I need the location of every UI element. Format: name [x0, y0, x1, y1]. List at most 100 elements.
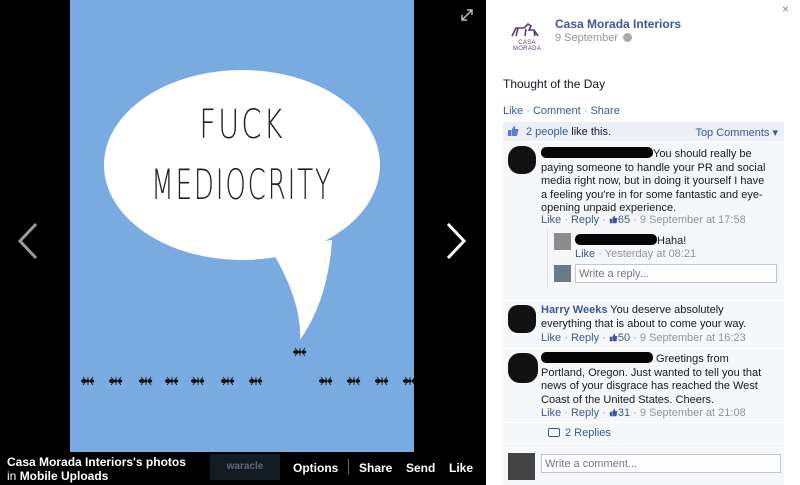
comment-text: Greetings from Portland, Oregon. Just wa… [541, 352, 771, 407]
reply-time[interactable]: Yesterday at 08:21 [605, 248, 696, 260]
comment-time[interactable]: 9 September at 16:23 [640, 332, 746, 344]
comment-like-link[interactable]: Like [541, 214, 561, 226]
likes-text: 2 people like this. [526, 126, 611, 138]
likes-number: 65 [617, 214, 631, 226]
likes-count-link[interactable]: 2 people [526, 126, 568, 138]
top-comments-dropdown[interactable]: Top Comments ▾ [695, 126, 778, 139]
avatar [554, 265, 571, 282]
page-logo[interactable]: CASA MORADA [504, 20, 550, 52]
comment-text: You should really be paying someone to h… [541, 147, 771, 216]
comment-reply-link[interactable]: Reply [571, 407, 599, 419]
reply-input[interactable] [575, 264, 777, 283]
redacted-name [541, 147, 653, 158]
separator-dot: · [526, 105, 530, 117]
watermark-logo: waracle [210, 454, 280, 480]
likes-number: 50 [617, 332, 631, 344]
comment-like-link[interactable]: Like [541, 407, 561, 419]
album-link[interactable]: Mobile Uploads [20, 469, 109, 483]
ant-icon [293, 347, 307, 357]
ant-icon [319, 376, 333, 386]
share-post-link[interactable]: Share [590, 105, 619, 117]
redacted-name [541, 352, 653, 363]
bubble-text-line1: FUCK [199, 102, 285, 148]
avatar[interactable] [508, 305, 536, 333]
thumbs-up-icon [609, 215, 618, 224]
comment-text: Harry Weeks You deserve absolutely every… [541, 304, 771, 331]
reply-body: Haha! [657, 235, 687, 247]
comment-reply-link[interactable]: Reply [571, 332, 599, 344]
caption-prefix: in [7, 469, 17, 483]
replies-row [503, 423, 784, 447]
comment-meta: Like · Reply · 50 · 9 September at 16:23 [541, 332, 746, 344]
thumbs-up-icon [609, 333, 618, 342]
comment-likes-count[interactable]: 31 [609, 407, 630, 419]
bubble-text-line2: MEDIOCRITY [151, 160, 333, 209]
comment-time[interactable]: 9 September at 21:08 [640, 407, 746, 419]
comment-likes-count[interactable]: 50 [609, 332, 630, 344]
post-text: Thought of the Day [503, 77, 606, 91]
fullscreen-expand-icon[interactable] [461, 9, 473, 21]
comment-item: You should really be paying someone to h… [503, 142, 784, 300]
post-details-panel: × CASA MORADA Casa Morada Interiors 9 Se… [486, 0, 800, 485]
replies-label: 2 Replies [565, 427, 611, 439]
send-button[interactable]: Send [406, 461, 435, 475]
ant-icon [403, 376, 414, 386]
reply-meta: Like · Yesterday at 08:21 [575, 248, 697, 260]
comment-input[interactable] [541, 454, 781, 473]
post-date[interactable]: 9 September [555, 32, 633, 44]
photo-viewer: FUCK MEDIOCRITY Casa Morada Interiors's … [0, 0, 484, 485]
ant-icon [249, 376, 263, 386]
avatar[interactable] [554, 233, 571, 250]
ant-icon [191, 376, 205, 386]
ant-icon [347, 376, 361, 386]
comment-likes-count[interactable]: 65 [609, 214, 630, 226]
ant-icon [165, 376, 179, 386]
comment-like-link[interactable]: Like [541, 332, 561, 344]
comment-composer [503, 448, 784, 485]
ant-icon [139, 376, 153, 386]
likes-suffix: like this. [568, 126, 612, 138]
comment-post-link[interactable]: Comment [533, 105, 581, 117]
logo-text: CASA MORADA [512, 40, 542, 52]
avatar[interactable] [508, 146, 536, 174]
comment-item: Greetings from Portland, Oregon. Just wa… [503, 349, 784, 422]
page-name-link[interactable]: Casa Morada Interiors [555, 17, 681, 31]
comment-reply-link[interactable]: Reply [571, 214, 599, 226]
ant-icon [81, 376, 95, 386]
post-actions: Like · Comment · Share [503, 105, 620, 117]
comment-meta: Like · Reply · 65 · 9 September at 17:58 [541, 214, 746, 226]
view-replies-link[interactable]: 2 Replies [548, 427, 611, 439]
ants-line [81, 347, 414, 386]
redacted-name [575, 234, 657, 245]
comment-item: Harry Weeks You deserve absolutely every… [503, 301, 784, 348]
photo-image[interactable]: FUCK MEDIOCRITY [70, 0, 414, 452]
thumbs-up-icon [508, 126, 519, 136]
options-button[interactable]: Options [293, 461, 338, 475]
commenter-name-link[interactable]: Harry Weeks [541, 304, 607, 316]
likes-number: 31 [617, 407, 631, 419]
avatar[interactable] [508, 353, 538, 383]
reply-like-link[interactable]: Like [575, 248, 595, 260]
reply-thread: Haha! Like · Yesterday at 08:21 [547, 229, 779, 289]
comment-time[interactable]: 9 September at 17:58 [640, 214, 746, 226]
horse-logo-icon [511, 22, 539, 37]
previous-photo-arrow-icon[interactable] [12, 220, 44, 262]
thumbs-up-icon [609, 408, 618, 417]
photo-action-bar: Casa Morada Interiors's photos in Mobile… [0, 452, 484, 485]
album-owner-link[interactable]: Casa Morada Interiors's photos [7, 455, 186, 469]
divider [348, 459, 349, 475]
reply-text: Haha! [575, 234, 686, 247]
likes-summary-bar: 2 people like this. Top Comments ▾ [503, 122, 784, 141]
close-icon[interactable]: × [782, 2, 789, 16]
like-photo-button[interactable]: Like [449, 461, 473, 475]
post-date-text: 9 September [555, 32, 618, 44]
separator-dot: · [583, 105, 588, 117]
ant-icon [221, 376, 235, 386]
ant-icon [375, 376, 389, 386]
share-button[interactable]: Share [359, 461, 392, 475]
reply-arrow-icon [548, 428, 560, 437]
ant-icon [109, 376, 123, 386]
next-photo-arrow-icon[interactable] [440, 220, 472, 262]
speech-bubble-graphic [81, 70, 414, 386]
like-post-link[interactable]: Like [503, 105, 523, 117]
